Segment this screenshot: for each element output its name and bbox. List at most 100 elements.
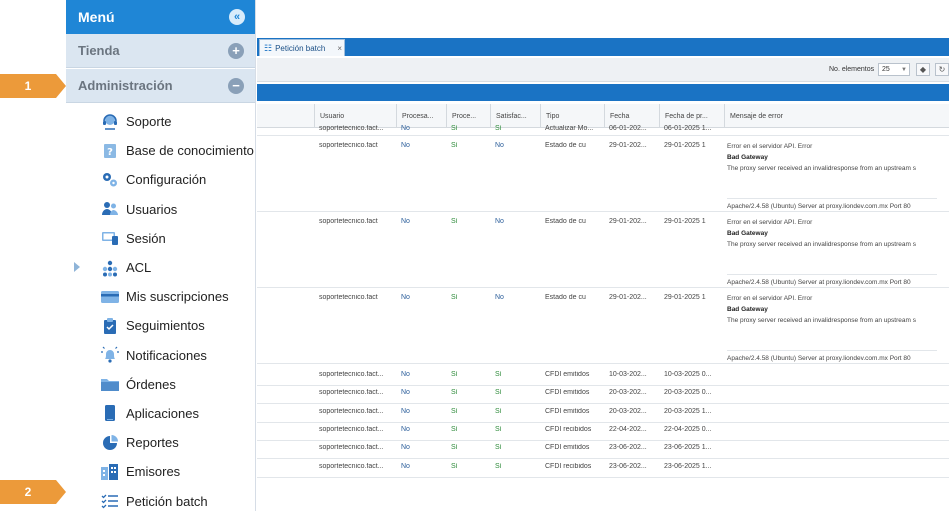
table-row[interactable]: soportetecnico.fact... No Sí Sí Actualizar M… (257, 125, 949, 136)
table-row[interactable]: soportetecnico.fact No Sí No Estado de cu 29-… (257, 213, 949, 288)
table-cell: No (401, 407, 410, 415)
column-header[interactable]: Mensaje de error (724, 104, 949, 128)
card-icon (100, 288, 120, 306)
table-cell: 20-03-2025 1... (664, 407, 712, 415)
table-cell: Actualizar Mo... (545, 125, 594, 132)
step-number: 1 (0, 74, 56, 98)
table-cell: soportetecnico.fact (319, 142, 378, 149)
table-row[interactable]: soportetecnico.fact No Sí No Estado de cu 29-… (257, 289, 949, 364)
table-cell: soportetecnico.fact... (319, 389, 384, 397)
table-cell: No (401, 294, 410, 301)
sidebar-item-acl[interactable]: ACL (66, 253, 255, 282)
sidebar-item-mis-suscripciones[interactable]: Mis suscripciones (66, 282, 255, 311)
table-row[interactable]: soportetecnico.fact... No Sí Sí CFDI emitido… (257, 386, 949, 405)
sidebar-item-seguimientos[interactable]: Seguimientos (66, 311, 255, 340)
svg-text:?: ? (107, 147, 113, 158)
sidebar-item-soporte[interactable]: Soporte (66, 107, 255, 136)
sidebar-item-sesion[interactable]: Sesión (66, 224, 255, 253)
sidebar-item-aplicaciones[interactable]: Aplicaciones (66, 399, 255, 428)
sidebar-item-label: Usuarios (126, 201, 178, 217)
table-row[interactable]: soportetecnico.fact... No Sí Sí CFDI emitido… (257, 368, 949, 386)
table-cell: soportetecnico.fact... (319, 125, 384, 132)
sidebar-item-label: Aplicaciones (126, 405, 199, 421)
table-cell: CFDI recibidos (545, 462, 592, 470)
table-cell: Sí (451, 294, 458, 301)
table-cell: CFDI emitidos (545, 407, 590, 415)
table-row[interactable]: soportetecnico.fact No Sí No Estado de cu 29-… (257, 137, 949, 212)
chevron-down-icon: ▼ (901, 67, 907, 73)
admin-nav-list: Soporte ? Base de conocimiento Configura… (66, 103, 255, 511)
sidebar-item-peticion-batch[interactable]: Petición batch (66, 486, 255, 511)
table-cell: 29-01-202... (609, 294, 647, 301)
folder-icon (100, 375, 120, 393)
table-cell: 20-03-2025 0... (664, 389, 712, 397)
help-book-icon: ? (100, 142, 120, 160)
sidebar-item-ordenes[interactable]: Órdenes (66, 370, 255, 399)
error-line: Bad Gateway (727, 230, 768, 237)
sidebar-item-usuarios[interactable]: Usuarios (66, 195, 255, 224)
section-administracion[interactable]: Administración − (66, 69, 255, 103)
error-message-cell: Error en el servidor API. Error Bad Gatew… (727, 217, 949, 288)
table-cell: No (401, 218, 410, 225)
sidebar-item-notificaciones[interactable]: Notificaciones (66, 341, 255, 370)
phone-icon (100, 404, 120, 422)
table-cell: 29-01-2025 1 (664, 218, 706, 225)
collapse-menu-icon[interactable]: « (229, 9, 245, 25)
sidebar-item-base-conocimiento[interactable]: ? Base de conocimiento (66, 136, 255, 165)
refresh-icon: ↻ (938, 65, 946, 74)
table-row[interactable]: soportetecnico.fact... No Sí Sí CFDI emitido… (257, 441, 949, 460)
table-cell: No (401, 389, 410, 397)
table-row[interactable]: soportetecnico.fact... No Sí Sí CFDI emitido… (257, 405, 949, 423)
clear-filter-button[interactable]: ◆ (916, 63, 930, 76)
grid-toolbar: No. elementos 25 ▼ ◆ ↻ (257, 58, 949, 82)
table-cell: 23-06-202... (609, 444, 647, 452)
table-cell: No (401, 125, 410, 132)
devices-icon (100, 229, 120, 247)
table-cell: Sí (451, 389, 458, 397)
gears-icon (100, 171, 120, 189)
table-cell: 23-06-2025 1... (664, 462, 712, 470)
table-cell: soportetecnico.fact... (319, 407, 384, 415)
table-cell: 29-01-202... (609, 142, 647, 149)
collapse-minus-icon[interactable]: − (228, 77, 244, 94)
error-line: Apache/2.4.58 (Ubuntu) Server at proxy.l… (727, 279, 911, 286)
menu-title: Menú (78, 9, 115, 25)
section-tienda[interactable]: Tienda + (66, 34, 255, 68)
page-size-select[interactable]: 25 ▼ (878, 63, 910, 76)
table-cell: soportetecnico.fact... (319, 425, 384, 433)
menu-header: Menú « (66, 0, 255, 34)
main-panel: ☷ Petición batch × No. elementos 25 ▼ ◆ … (257, 0, 949, 511)
buildings-icon (100, 463, 120, 481)
table-cell: Sí (451, 407, 458, 415)
sidebar-item-label: Sesión (126, 230, 166, 246)
table-cell: 06-01-2025 1... (664, 125, 712, 132)
table-cell: Sí (495, 407, 502, 415)
section-label: Tienda (78, 43, 120, 58)
error-line: The proxy server received an invalidresp… (727, 317, 916, 324)
expand-plus-icon[interactable]: + (228, 42, 244, 59)
sidebar-item-reportes[interactable]: Reportes (66, 428, 255, 457)
tab-label: Petición batch (275, 43, 326, 53)
sidebar-item-label: Petición batch (126, 493, 208, 509)
error-line: Apache/2.4.58 (Ubuntu) Server at proxy.l… (727, 203, 911, 210)
sidebar-item-configuracion[interactable]: Configuración (66, 165, 255, 194)
step-number: 2 (0, 480, 56, 504)
error-line: The proxy server received an invalidresp… (727, 165, 916, 172)
table-cell: CFDI emitidos (545, 371, 590, 378)
error-line: Bad Gateway (727, 306, 768, 313)
table-cell: No (495, 294, 504, 301)
table-cell: soportetecnico.fact (319, 294, 378, 301)
sidebar-item-emisores[interactable]: Emisores (66, 457, 255, 486)
table-cell: Sí (451, 125, 458, 132)
table-cell: CFDI emitidos (545, 389, 590, 397)
expand-arrow-icon[interactable] (74, 261, 80, 272)
table-row[interactable]: soportetecnico.fact... No Sí Sí CFDI recibid… (257, 423, 949, 441)
table-row[interactable]: soportetecnico.fact... No Sí Sí CFDI recibid… (257, 460, 949, 478)
tab-peticion-batch[interactable]: ☷ Petición batch × (259, 39, 345, 56)
close-tab-icon[interactable]: × (337, 44, 342, 53)
refresh-button[interactable]: ↻ (935, 63, 949, 76)
section-label: Administración (78, 78, 173, 93)
page-size-value: 25 (882, 66, 890, 73)
pie-chart-icon (100, 434, 120, 452)
table-cell: soportetecnico.fact... (319, 371, 384, 378)
